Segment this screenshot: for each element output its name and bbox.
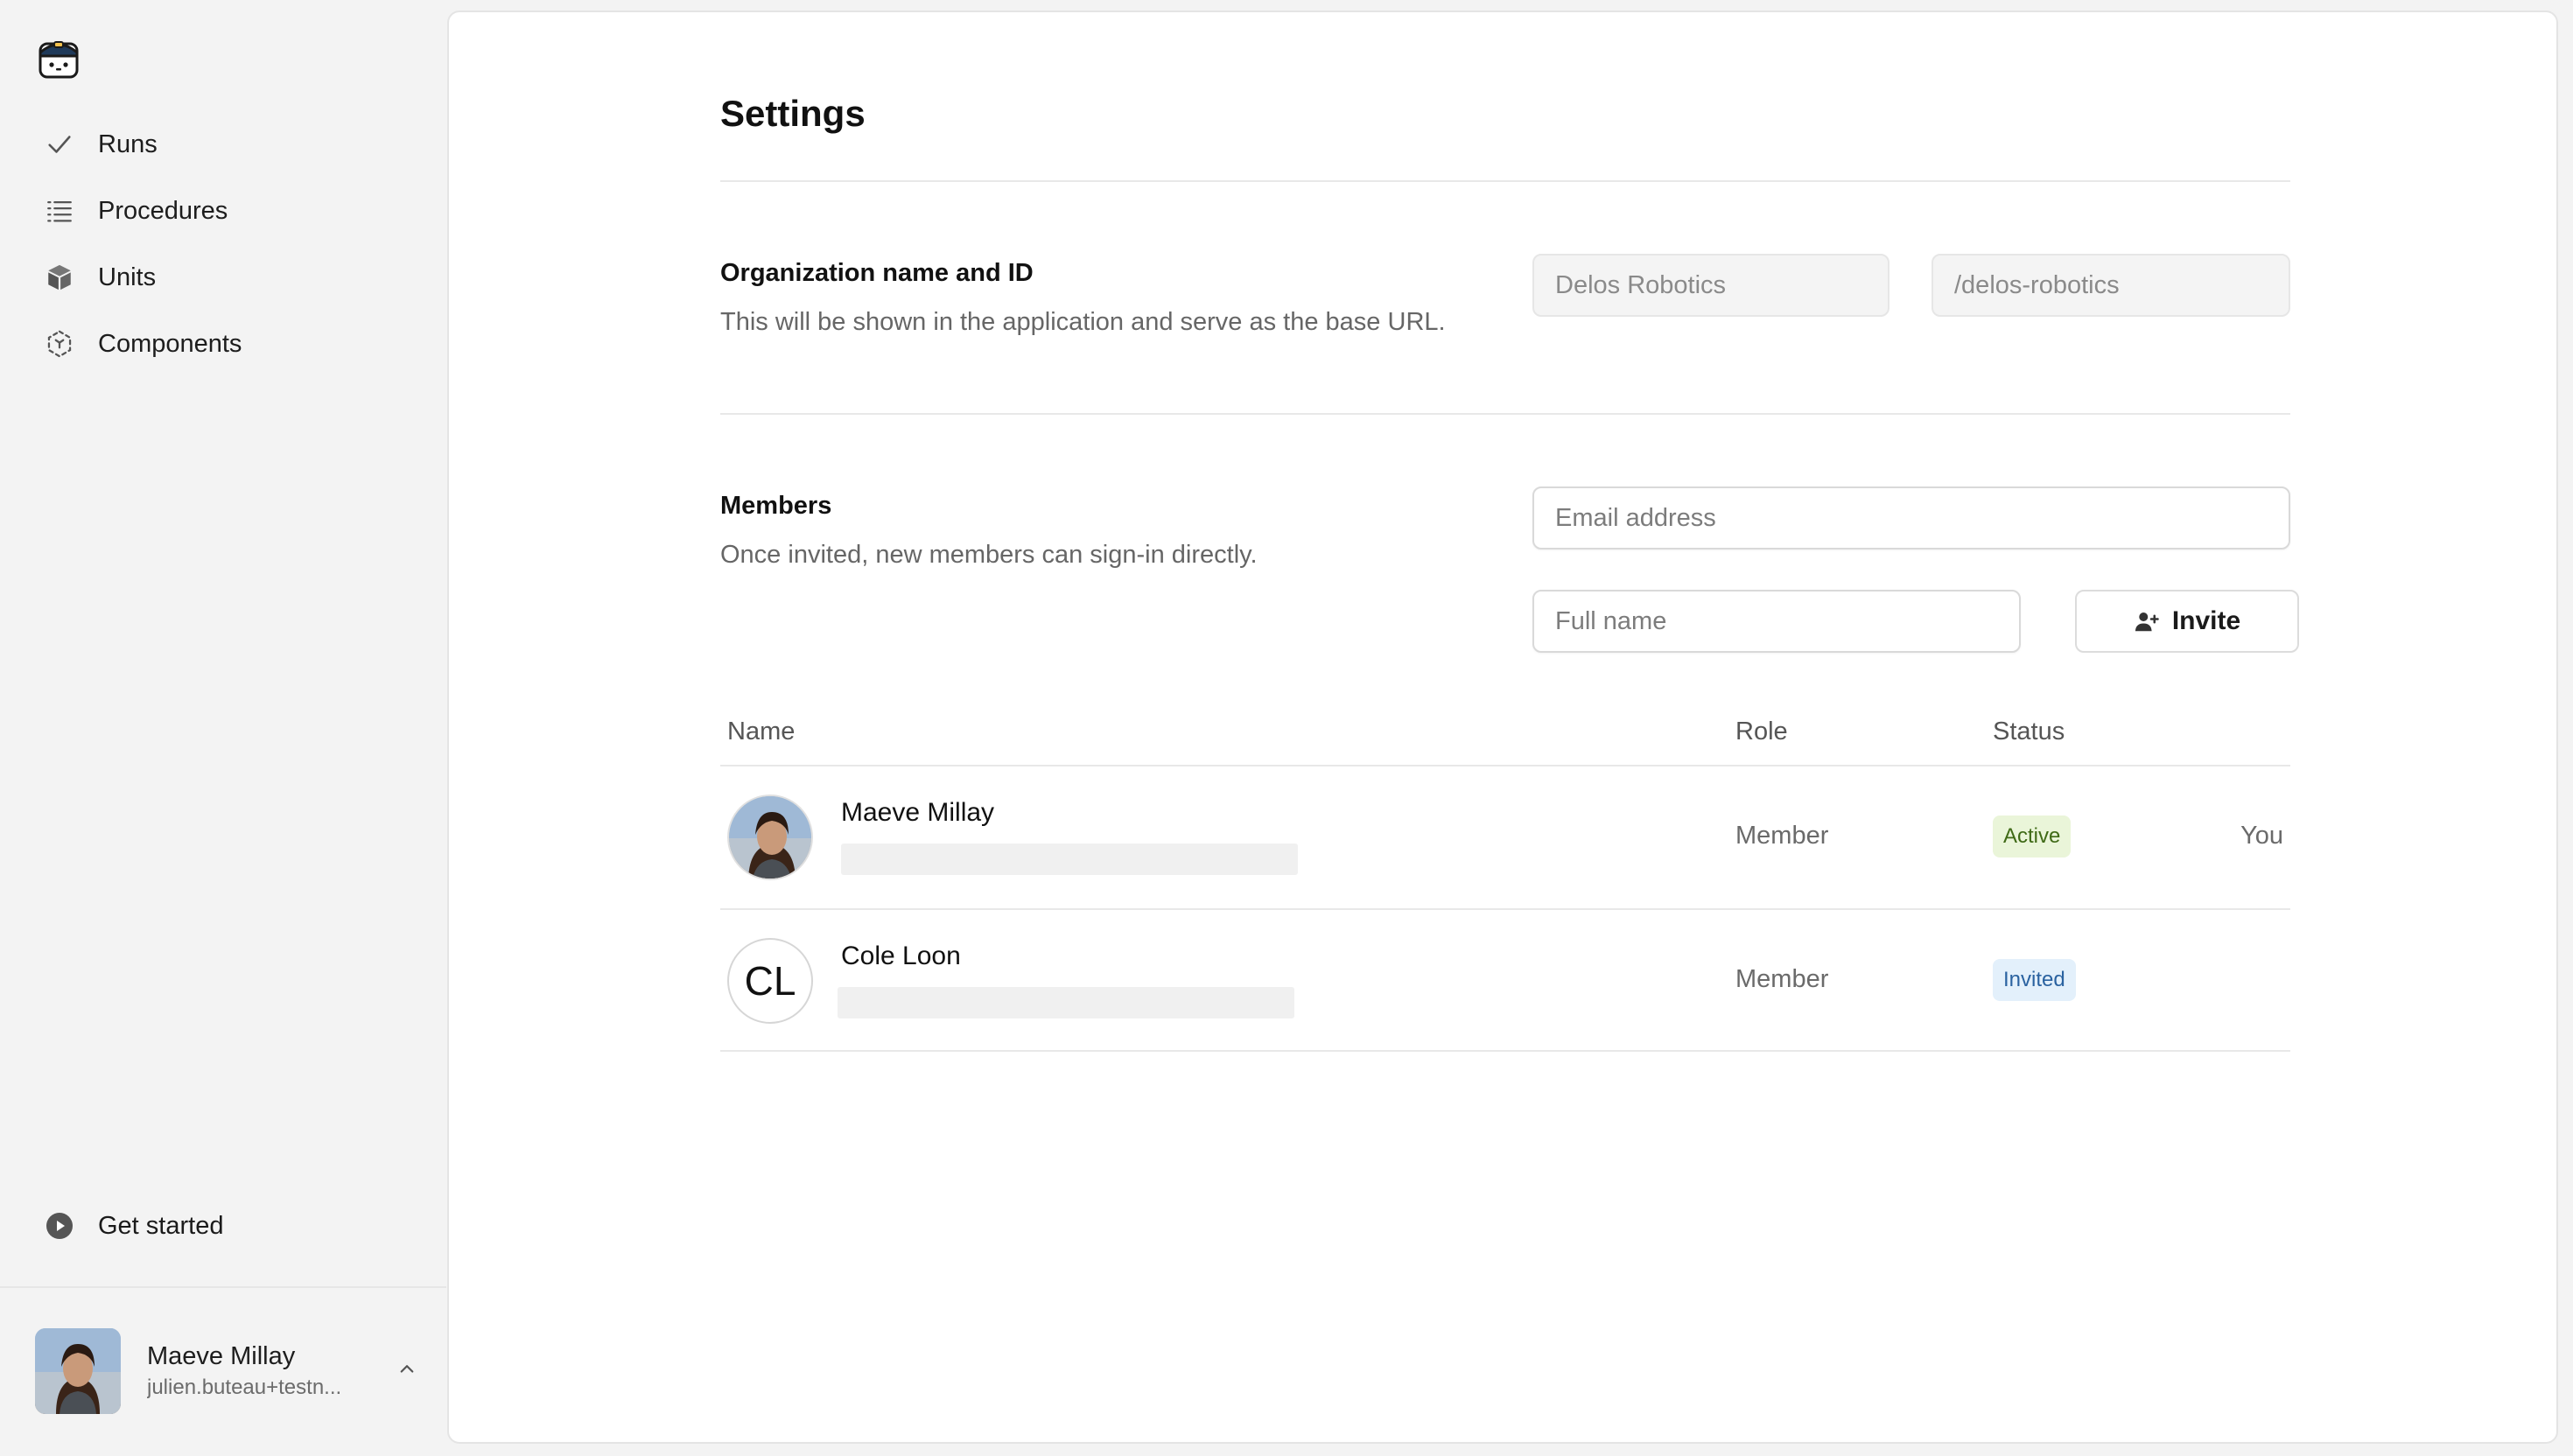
full-name-field[interactable] <box>1532 590 2021 653</box>
org-section-title: Organization name and ID <box>720 259 1034 287</box>
chevron-up-icon[interactable] <box>394 1356 420 1382</box>
cube-icon <box>44 262 75 293</box>
column-header-role: Role <box>1735 718 1788 746</box>
row-divider <box>720 1050 2290 1052</box>
sidebar-item-procedures[interactable]: Procedures <box>0 182 446 240</box>
avatar: CL <box>727 938 813 1024</box>
settings-panel: Settings Organization name and ID This w… <box>447 10 2558 1444</box>
table-row[interactable]: CL Cole Loon Member Invited <box>720 910 2290 1052</box>
user-info: Maeve Millay julien.buteau+testn... <box>147 1340 366 1403</box>
table-row[interactable]: Maeve Millay Member Active You <box>720 766 2290 908</box>
list-icon <box>44 195 75 227</box>
member-name: Cole Loon <box>841 942 961 970</box>
org-id-field <box>1932 254 2290 317</box>
sidebar-item-components[interactable]: Components <box>0 315 446 373</box>
check-icon <box>44 129 75 160</box>
status-badge: Invited <box>1993 959 2076 1001</box>
member-role: Member <box>1735 822 1829 850</box>
sidebar-item-runs[interactable]: Runs <box>0 116 446 173</box>
member-name: Maeve Millay <box>841 798 995 827</box>
email-placeholder-bar <box>838 987 1294 1018</box>
org-name-field <box>1532 254 1889 317</box>
member-role: Member <box>1735 965 1829 993</box>
sidebar-nav: Runs Procedures Units Components <box>0 116 446 382</box>
sidebar: Runs Procedures Units Components Get sta… <box>0 0 446 1456</box>
user-email: julien.buteau+testn... <box>147 1376 342 1399</box>
divider <box>720 413 2290 415</box>
invite-button[interactable]: Invite <box>2075 590 2299 653</box>
sidebar-item-label: Components <box>98 329 242 358</box>
sidebar-item-label: Runs <box>98 130 158 158</box>
current-user-label: You <box>2240 822 2283 850</box>
sidebar-item-label: Units <box>98 262 157 291</box>
sidebar-item-label: Procedures <box>98 196 228 225</box>
email-field[interactable] <box>1532 486 2290 550</box>
get-started-label: Get started <box>98 1211 224 1240</box>
component-icon <box>44 328 75 360</box>
user-plus-icon <box>2135 612 2159 632</box>
user-name: Maeve Millay <box>147 1342 296 1370</box>
sidebar-divider <box>0 1286 446 1288</box>
column-header-status: Status <box>1993 718 2065 746</box>
page-title: Settings <box>720 93 866 134</box>
play-circle-icon <box>44 1210 75 1242</box>
invite-button-label: Invite <box>2171 606 2241 635</box>
divider <box>720 180 2290 182</box>
avatar <box>35 1328 121 1414</box>
avatar <box>727 794 813 880</box>
members-section-title: Members <box>720 492 832 520</box>
org-section-description: This will be shown in the application an… <box>720 308 1446 336</box>
email-placeholder-bar <box>841 844 1298 875</box>
status-badge: Active <box>1993 816 2072 858</box>
members-section-description: Once invited, new members can sign-in di… <box>720 541 1258 569</box>
column-header-name: Name <box>727 718 796 746</box>
user-menu[interactable]: Maeve Millay julien.buteau+testn... <box>35 1323 420 1419</box>
sidebar-item-units[interactable]: Units <box>0 248 446 306</box>
app-logo-icon[interactable] <box>35 33 82 80</box>
get-started-link[interactable]: Get started <box>0 1197 446 1255</box>
